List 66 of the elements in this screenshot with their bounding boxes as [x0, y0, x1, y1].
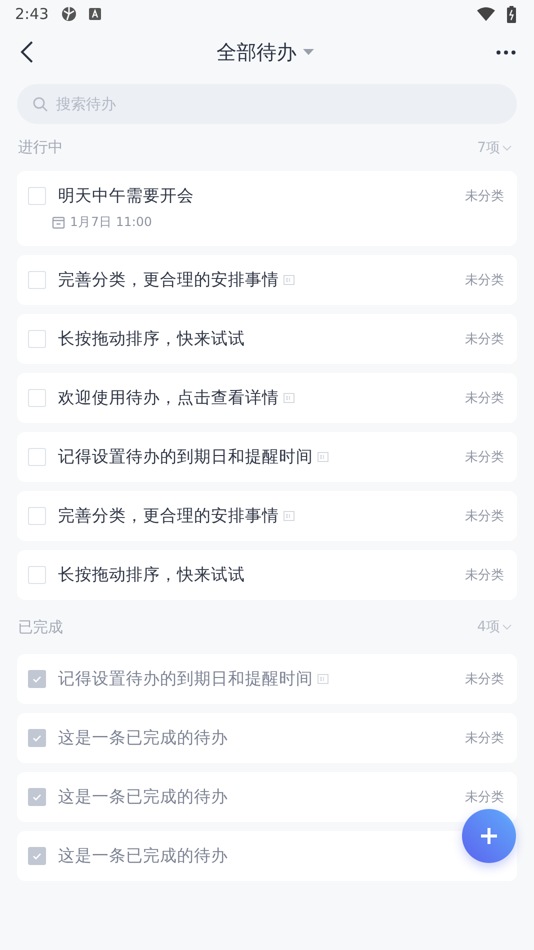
note-icon	[283, 274, 295, 286]
checkbox[interactable]	[28, 330, 46, 348]
category-label: 未分类	[465, 331, 504, 348]
todo-card[interactable]: 这是一条已完成的待办 未分类	[17, 772, 517, 822]
checkbox[interactable]	[28, 389, 46, 407]
checkbox[interactable]	[28, 271, 46, 289]
search-icon	[33, 96, 48, 112]
wifi-icon	[477, 7, 495, 21]
todo-title: 欢迎使用待办，点击查看详情	[58, 387, 279, 409]
todo-card[interactable]: 这是一条已完成的待办	[17, 831, 517, 881]
checkbox[interactable]	[28, 670, 46, 688]
checkbox[interactable]	[28, 847, 46, 865]
todo-title: 记得设置待办的到期日和提醒时间	[58, 668, 313, 690]
todo-title: 这是一条已完成的待办	[58, 786, 228, 808]
due-date: 1月7日 11:00	[70, 214, 152, 231]
search-field[interactable]: 搜索待办	[17, 84, 517, 124]
todo-card[interactable]: 欢迎使用待办，点击查看详情 未分类	[17, 373, 517, 423]
checkbox[interactable]	[28, 448, 46, 466]
todo-card[interactable]: 长按拖动排序，快来试试 未分类	[17, 550, 517, 600]
todo-title: 这是一条已完成的待办	[58, 845, 228, 867]
checkbox[interactable]	[28, 566, 46, 584]
todo-card[interactable]: 明天中午需要开会 未分类 1月7日 11:00	[17, 171, 517, 246]
todo-title: 长按拖动排序，快来试试	[58, 328, 245, 350]
todo-title: 完善分类，更合理的安排事情	[58, 505, 279, 527]
note-icon	[283, 510, 295, 522]
todo-card[interactable]: 长按拖动排序，快来试试 未分类	[17, 314, 517, 364]
more-icon[interactable]	[496, 50, 516, 54]
category-label: 未分类	[465, 671, 504, 688]
category-label: 未分类	[465, 272, 504, 289]
section-title: 进行中	[18, 138, 63, 157]
todo-card[interactable]: 完善分类，更合理的安排事情 未分类	[17, 491, 517, 541]
calendar-icon	[52, 216, 65, 229]
back-icon[interactable]	[20, 41, 34, 63]
note-icon	[283, 392, 295, 404]
dropdown-caret-icon[interactable]	[302, 48, 314, 56]
checkbox[interactable]	[28, 729, 46, 747]
chevron-down-icon[interactable]	[502, 624, 512, 630]
status-time: 2:43	[15, 5, 49, 23]
note-icon	[317, 451, 329, 463]
category-label: 未分类	[465, 567, 504, 584]
category-label: 未分类	[465, 449, 504, 466]
category-label: 未分类	[465, 789, 504, 806]
section-title: 已完成	[18, 618, 63, 636]
category-label: 未分类	[465, 730, 504, 747]
search-input[interactable]: 搜索待办	[54, 94, 501, 114]
checkbox[interactable]	[28, 187, 46, 205]
plus-icon	[480, 827, 498, 845]
battery-icon	[507, 6, 516, 22]
note-icon	[317, 673, 329, 685]
todo-title: 长按拖动排序，快来试试	[58, 564, 245, 586]
checkbox[interactable]	[28, 507, 46, 525]
todo-title: 记得设置待办的到期日和提醒时间	[58, 446, 313, 468]
todo-card[interactable]: 这是一条已完成的待办 未分类	[17, 713, 517, 763]
chevron-down-icon[interactable]	[502, 144, 512, 150]
checkbox[interactable]	[28, 788, 46, 806]
todo-card[interactable]: 完善分类，更合理的安排事情 未分类	[17, 255, 517, 305]
category-label: 未分类	[465, 188, 504, 205]
todo-card[interactable]: 记得设置待办的到期日和提醒时间 未分类	[17, 654, 517, 704]
page-title[interactable]: 全部待办	[216, 38, 296, 66]
todo-title: 明天中午需要开会	[58, 185, 194, 207]
app-notification-icon	[88, 8, 101, 20]
category-label: 未分类	[465, 390, 504, 407]
todo-title: 这是一条已完成的待办	[58, 727, 228, 749]
category-label: 未分类	[465, 508, 504, 525]
todo-title: 完善分类，更合理的安排事情	[58, 269, 279, 291]
todo-card[interactable]: 记得设置待办的到期日和提醒时间 未分类	[17, 432, 517, 482]
